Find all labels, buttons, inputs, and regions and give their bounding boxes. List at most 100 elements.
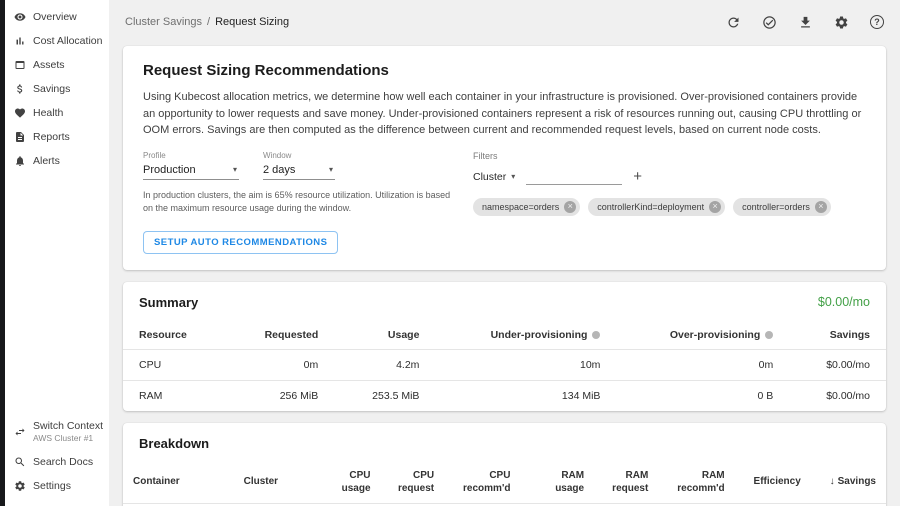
summary-title: Summary (139, 295, 198, 310)
download-button[interactable] (798, 15, 813, 30)
check-circle-icon (762, 15, 777, 30)
profile-select[interactable]: Production ▾ (143, 163, 239, 180)
eye-icon (14, 11, 26, 23)
column-ram-usage[interactable]: RAMusage (520, 462, 594, 504)
cell-resource: CPU (123, 349, 225, 380)
filter-chip-controllerkind: controllerKind=deployment × (588, 198, 725, 216)
settings-topbar-button[interactable] (834, 15, 849, 30)
setup-auto-recommendations-button[interactable]: SETUP AUTO RECOMMENDATIONS (143, 231, 338, 254)
settings-button[interactable]: Settings (5, 474, 109, 498)
summary-card: Summary $0.00/mo Resource Requested Usag… (123, 282, 886, 411)
summary-row-cpu: CPU 0m 4.2m 10m 0m $0.00/mo (123, 349, 886, 380)
sidebar-item-reports[interactable]: Reports (5, 125, 109, 149)
sidebar-item-savings[interactable]: Savings (5, 77, 109, 101)
switch-context-label: Switch Context (33, 420, 103, 433)
column-container[interactable]: Container (123, 462, 234, 504)
chevron-down-icon: ▾ (329, 165, 333, 174)
chip-label: namespace=orders (482, 202, 559, 212)
gear-icon (834, 15, 849, 30)
sidebar-footer: Switch Context AWS Cluster #1 Search Doc… (5, 414, 109, 506)
sidebar-item-assets[interactable]: Assets (5, 53, 109, 77)
window-select[interactable]: 2 days ▾ (263, 163, 335, 180)
window-label: Window (263, 151, 335, 160)
chip-label: controller=orders (742, 202, 810, 212)
column-cpu-recommended[interactable]: CPUrecomm'd (444, 462, 520, 504)
chevron-down-icon: ▾ (233, 165, 237, 174)
add-filter-button[interactable]: + (633, 169, 642, 185)
help-button[interactable]: ? (870, 15, 884, 29)
cell-requested: 0m (225, 349, 334, 380)
column-requested: Requested (225, 321, 334, 350)
bar-chart-icon (14, 35, 26, 47)
column-cluster[interactable]: Cluster (234, 462, 326, 504)
info-icon[interactable] (765, 331, 773, 339)
info-icon[interactable] (592, 331, 600, 339)
page-content: Request Sizing Recommendations Using Kub… (109, 44, 900, 506)
cell-usage: 4.2m (334, 349, 435, 380)
sidebar-item-cost-allocation[interactable]: Cost Allocation (5, 29, 109, 53)
cell-over: 0m (616, 349, 789, 380)
gear-icon (14, 480, 26, 492)
column-cpu-request[interactable]: CPUrequest (381, 462, 445, 504)
sidebar-item-label: Alerts (33, 155, 60, 167)
column-over-provisioning: Over-provisioning (616, 321, 789, 350)
sidebar-item-alerts[interactable]: Alerts (5, 149, 109, 173)
chip-label: controllerKind=deployment (597, 202, 704, 212)
remove-chip-icon[interactable]: × (709, 201, 721, 213)
column-resource: Resource (123, 321, 225, 350)
cell-under: 10m (435, 349, 616, 380)
sidebar-item-health[interactable]: Health (5, 101, 109, 125)
page-title: Request Sizing Recommendations (143, 62, 866, 79)
sidebar-item-label: Overview (33, 11, 77, 23)
column-efficiency[interactable]: Efficiency (735, 462, 811, 504)
column-usage: Usage (334, 321, 435, 350)
diagnostics-button[interactable] (762, 15, 777, 30)
cell-usage: 253.5 MiB (334, 380, 435, 411)
sort-desc-icon[interactable]: ↓ (830, 476, 835, 487)
refresh-button[interactable] (726, 15, 741, 30)
summary-row-ram: RAM 256 MiB 253.5 MiB 134 MiB 0 B $0.00/… (123, 380, 886, 411)
breakdown-title: Breakdown (139, 436, 209, 451)
breakdown-header-row: Container Cluster CPUusage CPUrequest CP… (123, 462, 886, 504)
filters-label: Filters (473, 151, 831, 161)
column-ram-request[interactable]: RAMrequest (594, 462, 658, 504)
switch-context-button[interactable]: Switch Context AWS Cluster #1 (5, 414, 109, 450)
filter-type-select[interactable]: Cluster ▾ (473, 171, 515, 185)
filter-value-input[interactable] (526, 168, 622, 185)
sidebar-item-label: Assets (33, 59, 65, 71)
filter-chip-controller: controller=orders × (733, 198, 831, 216)
sidebar: Overview Cost Allocation Assets Savings … (5, 0, 109, 506)
cell-savings: $0.00/mo (789, 380, 886, 411)
description-text: Using Kubecost allocation metrics, we de… (143, 89, 866, 139)
cell-savings: $0.00/mo (789, 349, 886, 380)
refresh-icon (726, 15, 741, 30)
topbar-actions: ? (726, 15, 884, 30)
request-sizing-card: Request Sizing Recommendations Using Kub… (123, 46, 886, 270)
breadcrumb-parent[interactable]: Cluster Savings (125, 16, 202, 28)
topbar: Cluster Savings / Request Sizing ? (109, 0, 900, 44)
dollar-icon (14, 83, 26, 95)
remove-chip-icon[interactable]: × (564, 201, 576, 213)
filter-chip-namespace: namespace=orders × (473, 198, 580, 216)
report-icon (14, 131, 26, 143)
bell-icon (14, 155, 26, 167)
column-ram-recommended[interactable]: RAMrecomm'd (658, 462, 734, 504)
total-savings: $0.00/mo (818, 295, 870, 309)
sidebar-item-overview[interactable]: Overview (5, 5, 109, 29)
cell-resource: RAM (123, 380, 225, 411)
column-savings-sorted[interactable]: ↓Savings (811, 462, 886, 504)
breakdown-table: Container Cluster CPUusage CPUrequest CP… (123, 462, 886, 506)
help-icon: ? (870, 15, 884, 29)
filter-chips: namespace=orders × controllerKind=deploy… (473, 198, 831, 216)
sidebar-item-label: Health (33, 107, 63, 119)
column-under-provisioning: Under-provisioning (435, 321, 616, 350)
column-savings: Savings (789, 321, 886, 350)
search-icon (14, 456, 26, 468)
search-docs-button[interactable]: Search Docs (5, 450, 109, 474)
window-value: 2 days (263, 164, 295, 176)
column-cpu-usage[interactable]: CPUusage (325, 462, 380, 504)
filters-section: Filters Cluster ▾ + namespace=orders (473, 151, 831, 216)
profile-value: Production (143, 164, 196, 176)
remove-chip-icon[interactable]: × (815, 201, 827, 213)
breadcrumb-current: Request Sizing (215, 16, 289, 28)
